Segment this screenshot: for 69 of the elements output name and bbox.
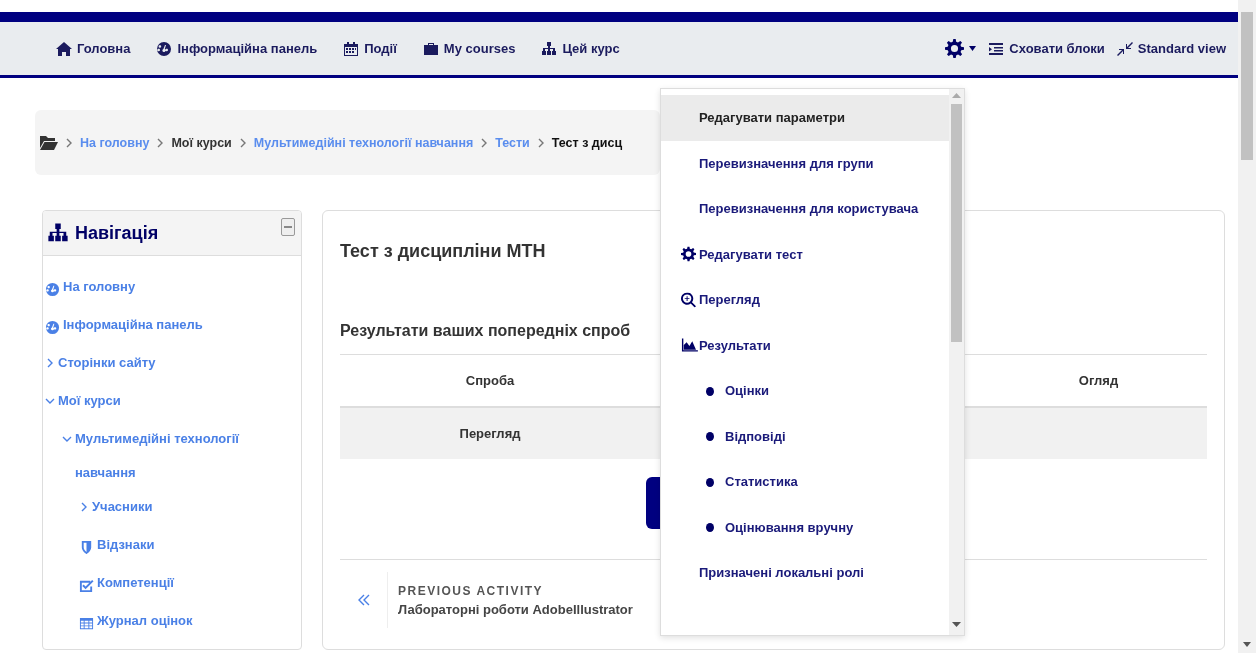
nav-tree-item[interactable]: Сторінки сайту	[45, 346, 301, 384]
scroll-up-icon	[952, 93, 961, 98]
gear-icon	[681, 246, 696, 262]
dashboard-icon	[45, 282, 60, 297]
menu-item[interactable]: Оцінки	[661, 368, 949, 414]
scrollbar-thumb[interactable]	[951, 104, 962, 342]
breadcrumb-item: Мої курси	[171, 135, 232, 150]
block-title: Навігація	[75, 222, 160, 244]
scrollbar[interactable]	[949, 89, 964, 635]
home-icon	[56, 40, 72, 57]
scrollbar-thumb[interactable]	[1241, 12, 1253, 160]
menu-item[interactable]: Результати	[661, 322, 949, 368]
menu-item[interactable]: Перегляд	[661, 277, 949, 323]
compress-arrows-icon	[1116, 40, 1133, 57]
menu-item[interactable]: Редагувати параметри	[661, 95, 949, 141]
sitemap-icon	[47, 222, 69, 244]
chevron-right-icon	[64, 137, 74, 148]
nav-link[interactable]: Події	[343, 40, 397, 57]
nav-link[interactable]: Standard view	[1116, 40, 1226, 57]
collapse-button[interactable]	[281, 218, 295, 236]
zoom-in-icon	[681, 292, 696, 308]
menu-item[interactable]: Перевизначення для користувача	[661, 186, 949, 232]
page-title: Тест з дисципліни МТН	[340, 241, 546, 262]
settings-button[interactable]	[945, 39, 977, 58]
menu-item[interactable]: Відповіді	[661, 413, 949, 459]
activity-label: PREVIOUS ACTIVITY	[398, 583, 545, 598]
nav-tree-item[interactable]: На головну	[45, 270, 301, 308]
menu-item[interactable]: Перевизначення для групи	[661, 140, 949, 186]
bullet-icon	[706, 432, 714, 442]
dashboard-icon	[156, 40, 173, 57]
nav-tree-item[interactable]: Мультимедійні технології навчання	[45, 422, 301, 490]
menu-item[interactable]: Статистика	[661, 459, 949, 505]
section-heading: Результати ваших попередніх спроб	[340, 322, 631, 340]
checkbox-icon	[79, 578, 94, 593]
nav-tree-item[interactable]: Компетенції	[45, 566, 301, 604]
minus-icon	[284, 226, 292, 228]
calendar-icon	[343, 40, 360, 57]
menu-item[interactable]: Оцінювання вручну	[661, 504, 949, 550]
gear-icon	[945, 39, 965, 58]
nav-tree-item[interactable]: Відзнаки	[45, 528, 301, 566]
bullet-icon	[706, 386, 714, 396]
bullet-icon	[706, 477, 714, 487]
briefcase-icon	[422, 40, 439, 57]
double-chevron-left-icon	[357, 594, 370, 606]
nav-link[interactable]: My courses	[422, 40, 516, 57]
shield-icon	[79, 540, 94, 555]
scroll-down-icon	[1243, 642, 1251, 647]
nav-tree-item[interactable]: Журнал оцінок	[45, 604, 301, 642]
bullet-icon	[706, 523, 714, 533]
area-chart-icon	[681, 337, 698, 353]
table-cell-text: Перегляд	[458, 425, 522, 443]
menu-item[interactable]: Призначені локальні ролі	[661, 550, 949, 596]
activity-link[interactable]: Лабораторні роботи AdobeIllustrator	[398, 601, 633, 617]
folder-icon	[40, 135, 58, 150]
scroll-down-icon	[952, 622, 961, 627]
nav-link[interactable]: Інформаційна панель	[156, 40, 318, 57]
breadcrumb-current: Тест з дисц	[551, 135, 623, 150]
nav-link[interactable]: Сховати блоки	[988, 40, 1105, 57]
nav-link[interactable]: Цей курс	[541, 40, 620, 57]
menu-item[interactable]: Редагувати тест	[661, 231, 949, 277]
nav-tree-item[interactable]: Мої курси	[45, 384, 301, 422]
dashboard-icon	[45, 320, 60, 335]
sitemap-icon	[541, 40, 558, 57]
nav-tree-item[interactable]: Учасники	[45, 490, 301, 528]
table-icon	[79, 616, 94, 631]
nav-tree-item[interactable]: Інформаційна панель	[45, 308, 301, 346]
list-icon	[988, 40, 1005, 57]
caret-icon	[969, 46, 977, 51]
nav-link[interactable]: Головна	[56, 40, 131, 57]
